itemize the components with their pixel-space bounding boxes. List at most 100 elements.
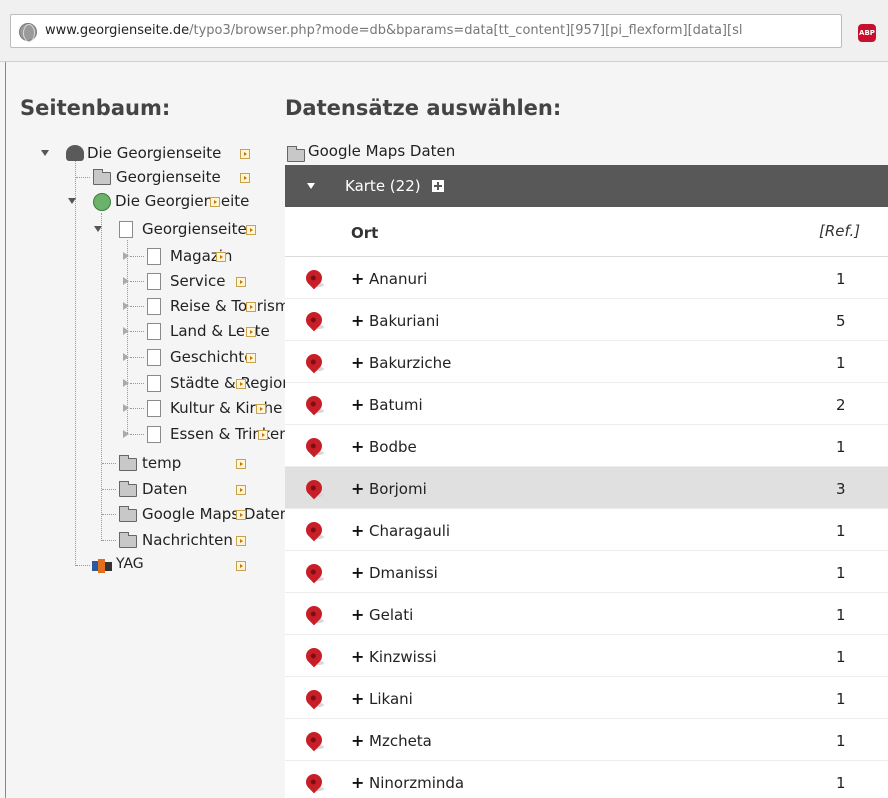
record-name[interactable]: Likani <box>369 690 413 708</box>
add-record-button[interactable]: + <box>351 605 364 624</box>
tree-node-service[interactable]: Service <box>120 270 246 292</box>
tree-line <box>130 256 144 257</box>
table-row[interactable]: + Mzcheta 1 <box>285 719 888 761</box>
expand-arrow-icon[interactable] <box>123 327 129 335</box>
adblock-icon[interactable]: ABP <box>858 24 876 42</box>
table-row[interactable]: + Bodbe 1 <box>285 425 888 467</box>
tree-node-georgienseite-page[interactable]: Georgienseite <box>90 218 276 240</box>
tree-node-label: Nachrichten <box>142 531 233 549</box>
tree-node-daten[interactable]: Daten <box>102 478 262 500</box>
page-icon <box>147 248 161 265</box>
tree-node-label: Daten <box>142 480 188 498</box>
table-row[interactable]: + Borjomi 3 <box>285 467 888 509</box>
table-header-bar[interactable]: Karte (22) <box>285 165 888 207</box>
table-row[interactable]: + Bakurziche 1 <box>285 341 888 383</box>
column-header-ort[interactable]: Ort <box>351 224 378 242</box>
record-name[interactable]: Kinzwissi <box>369 648 437 666</box>
add-record-button[interactable]: + <box>351 395 364 414</box>
add-record-button[interactable]: + <box>351 773 364 792</box>
tree-line <box>75 161 76 566</box>
table-row[interactable]: + Bakuriani 5 <box>285 299 888 341</box>
collapse-arrow-icon[interactable] <box>307 183 315 189</box>
add-record-button[interactable]: + <box>351 311 364 330</box>
tree-node-kultur-kirche[interactable]: Kultur & Kirche <box>120 397 300 419</box>
add-record-icon[interactable] <box>432 180 444 192</box>
tree-node-nachrichten[interactable]: Nachrichten <box>102 529 262 551</box>
context-menu-icon[interactable] <box>236 561 246 571</box>
record-name[interactable]: Bakuriani <box>369 312 439 330</box>
table-row[interactable]: + Batumi 2 <box>285 383 888 425</box>
page-icon <box>147 349 161 366</box>
context-menu-icon[interactable] <box>240 173 250 183</box>
tree-node-label: Georgienseite <box>142 220 247 238</box>
expand-arrow-icon[interactable] <box>123 277 129 285</box>
tree-node-site[interactable]: Die Georgienseite <box>64 190 276 212</box>
record-name[interactable]: Ninorzminda <box>369 774 464 792</box>
context-menu-icon[interactable] <box>216 252 226 262</box>
tree-line <box>130 408 144 409</box>
table-row[interactable]: + Ananuri 1 <box>285 257 888 299</box>
context-menu-icon[interactable] <box>236 485 246 495</box>
context-menu-icon[interactable] <box>236 277 246 287</box>
expand-arrow-icon[interactable] <box>123 430 129 438</box>
table-row[interactable]: + Ninorzminda 1 <box>285 761 888 798</box>
table-row[interactable]: + Gelati 1 <box>285 593 888 635</box>
table-row[interactable]: + Charagauli 1 <box>285 509 888 551</box>
table-row[interactable]: + Kinzwissi 1 <box>285 635 888 677</box>
url-text[interactable]: www.georgienseite.de/typo3/browser.php?m… <box>45 23 837 38</box>
record-name[interactable]: Mzcheta <box>369 732 432 750</box>
tree-node-magazin[interactable]: Magazin <box>120 245 240 267</box>
table-row[interactable]: + Likani 1 <box>285 677 888 719</box>
add-record-button[interactable]: + <box>351 689 364 708</box>
record-name[interactable]: Borjomi <box>369 480 427 498</box>
record-name[interactable]: Bodbe <box>369 438 417 456</box>
tree-node-temp[interactable]: temp <box>102 452 262 474</box>
context-menu-icon[interactable] <box>246 353 256 363</box>
collapse-arrow-icon[interactable] <box>94 226 102 232</box>
context-menu-icon[interactable] <box>246 302 256 312</box>
tree-node-geschichte[interactable]: Geschichte <box>120 346 270 368</box>
add-record-button[interactable]: + <box>351 353 364 372</box>
collapse-arrow-icon[interactable] <box>41 150 49 156</box>
record-name[interactable]: Charagauli <box>369 522 450 540</box>
expand-arrow-icon[interactable] <box>123 379 129 387</box>
tree-node-land-leute[interactable]: Land & Leute <box>120 320 290 342</box>
context-menu-icon[interactable] <box>246 327 256 337</box>
url-domain: www.georgienseite.de <box>45 23 190 38</box>
record-name[interactable]: Bakurziche <box>369 354 451 372</box>
url-path: /typo3/browser.php?mode=db&bparams=data[… <box>189 23 743 38</box>
tree-node-root[interactable]: Die Georgienseite <box>36 142 266 164</box>
address-bar[interactable]: www.georgienseite.de/typo3/browser.php?m… <box>10 14 842 48</box>
add-record-button[interactable]: + <box>351 437 364 456</box>
add-record-button[interactable]: + <box>351 521 364 540</box>
record-name[interactable]: Dmanissi <box>369 564 438 582</box>
add-record-button[interactable]: + <box>351 563 364 582</box>
add-record-button[interactable]: + <box>351 647 364 666</box>
context-menu-icon[interactable] <box>240 149 250 159</box>
record-name[interactable]: Gelati <box>369 606 413 624</box>
tree-node-yag[interactable]: YAG <box>76 554 262 576</box>
add-record-button[interactable]: + <box>351 269 364 288</box>
add-record-button[interactable]: + <box>351 479 364 498</box>
expand-arrow-icon[interactable] <box>123 353 129 361</box>
context-menu-icon[interactable] <box>236 536 246 546</box>
table-row[interactable]: + Dmanissi 1 <box>285 551 888 593</box>
record-name[interactable]: Ananuri <box>369 270 427 288</box>
context-menu-icon[interactable] <box>258 430 268 440</box>
context-menu-icon[interactable] <box>236 459 246 469</box>
record-name[interactable]: Batumi <box>369 396 423 414</box>
expand-arrow-icon[interactable] <box>123 302 129 310</box>
context-menu-icon[interactable] <box>210 197 220 207</box>
context-menu-icon[interactable] <box>246 225 256 235</box>
page-icon <box>147 323 161 340</box>
context-menu-icon[interactable] <box>236 510 246 520</box>
expand-arrow-icon[interactable] <box>123 404 129 412</box>
collapse-arrow-icon[interactable] <box>68 198 76 204</box>
context-menu-icon[interactable] <box>236 379 246 389</box>
tree-line <box>130 434 144 435</box>
record-ref: 1 <box>836 354 846 372</box>
tree-node-georgienseite-folder[interactable]: Georgienseite <box>76 166 266 188</box>
expand-arrow-icon[interactable] <box>123 252 129 260</box>
context-menu-icon[interactable] <box>256 404 266 414</box>
add-record-button[interactable]: + <box>351 731 364 750</box>
